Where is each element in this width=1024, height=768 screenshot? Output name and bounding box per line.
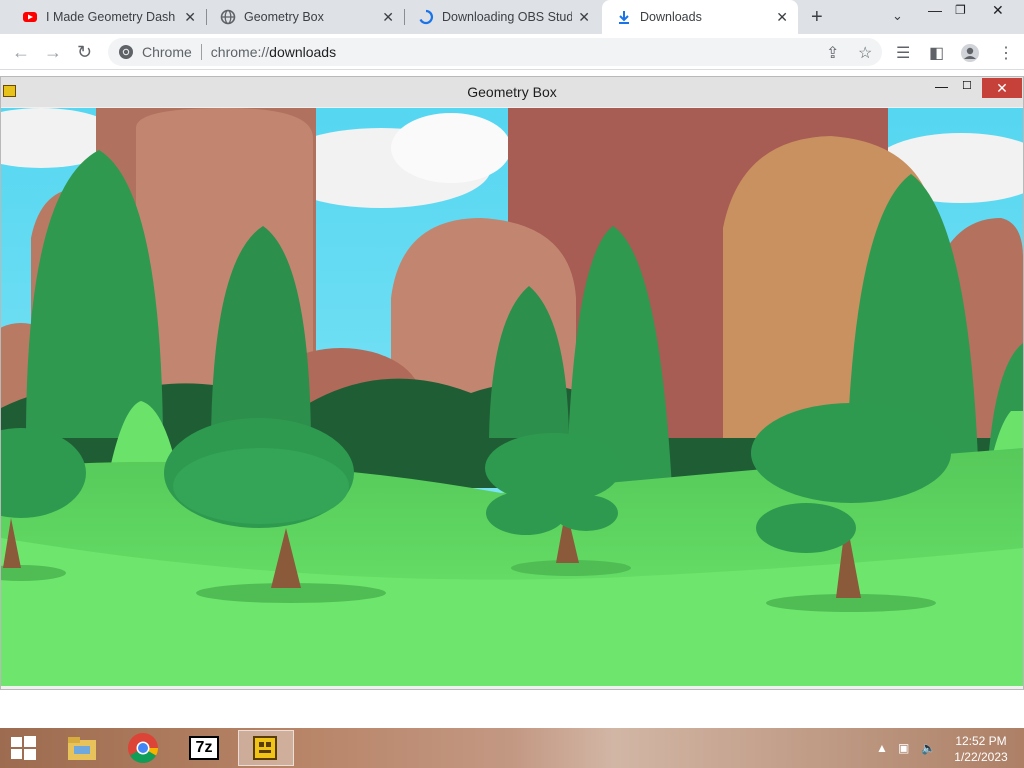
geometry-box-icon [253,736,277,760]
game-window-title: Geometry Box [467,84,557,100]
close-window-button[interactable]: ✕ [982,78,1022,98]
file-explorer-taskbar-button[interactable] [54,730,110,766]
tab-geometry-box[interactable]: Geometry Box ✕ [206,0,404,34]
tab-obs-download[interactable]: Downloading OBS Studio ✕ [404,0,600,34]
game-window-titlebar: Geometry Box — ☐ ✕ [1,77,1023,107]
show-hidden-icons-chevron[interactable]: ▲ [876,741,888,755]
close-tab-icon[interactable]: ✕ [382,9,394,26]
reload-icon[interactable]: ↻ [77,42,92,63]
url-scheme: chrome:// [210,44,270,60]
share-icon[interactable]: ⇪ [826,43,839,63]
start-button[interactable] [0,730,46,766]
close-window-icon[interactable]: ✕ [992,2,1004,19]
globe-icon [220,9,236,25]
profile-avatar-icon[interactable] [960,43,980,68]
game-window: Geometry Box — ☐ ✕ [0,76,1024,690]
minimize-icon[interactable]: — [935,79,948,94]
forward-arrow-icon[interactable]: → [44,42,62,63]
restore-icon[interactable]: ❐ [955,3,966,17]
chrome-icon [128,733,159,764]
browser-tab-strip: I Made Geometry Dash a ✕ Geometry Box ✕ … [0,0,1024,34]
tab-downloads[interactable]: Downloads ✕ [602,0,798,34]
loading-spinner-icon [418,9,434,25]
back-arrow-icon[interactable]: ← [12,42,30,63]
kebab-menu-icon[interactable]: ⋮ [998,43,1014,63]
close-tab-icon[interactable]: ✕ [184,9,196,26]
chrome-logo-icon [118,44,134,63]
clock-time: 12:52 PM [955,734,1007,748]
tab-title: Downloads [640,10,702,24]
new-tab-button[interactable]: + [811,6,823,29]
windows-taskbar: 7z ▲ ▣ 🔈 12:52 PM 1/22/2023 [0,728,1024,768]
address-bar[interactable]: Chrome chrome:// downloads [108,38,882,66]
tab-title: Geometry Box [244,10,324,24]
youtube-icon [22,9,38,25]
omnibox-divider [200,44,202,60]
network-icon[interactable]: ▣ [898,741,909,755]
volume-icon[interactable]: 🔈 [921,741,936,755]
site-chip: Chrome [142,44,192,60]
side-panel-icon[interactable]: ◧ [929,43,944,63]
7zip-icon: 7z [189,736,219,760]
clock-date: 1/22/2023 [954,750,1008,764]
folder-icon [68,737,96,760]
browser-toolbar: ← → ↻ Chrome chrome:// downloads ⇪ ☆ ☰ ◧… [0,34,1024,70]
tab-title: Downloading OBS Studio [442,10,572,24]
chrome-taskbar-button[interactable] [115,730,171,766]
media-control-icon[interactable]: ☰ [896,43,910,63]
minimize-icon[interactable]: — [928,2,942,18]
windows-logo-icon [11,736,36,760]
tab-title: I Made Geometry Dash a [46,10,176,24]
tab-youtube[interactable]: I Made Geometry Dash a ✕ [8,0,206,34]
system-clock[interactable]: 12:52 PM 1/22/2023 [946,733,1016,765]
tab-search-chevron-icon[interactable]: ⌄ [892,8,903,24]
url-path: downloads [269,44,337,60]
close-tab-icon[interactable]: ✕ [776,9,788,26]
bookmark-star-icon[interactable]: ☆ [858,43,872,63]
download-icon [616,9,632,25]
forest-background-illustration [1,108,1023,686]
maximize-icon[interactable]: ☐ [962,79,972,92]
game-scene[interactable] [1,108,1023,686]
geometry-box-taskbar-button[interactable] [238,730,294,766]
close-tab-icon[interactable]: ✕ [578,9,590,26]
7zip-taskbar-button[interactable]: 7z [176,730,232,766]
